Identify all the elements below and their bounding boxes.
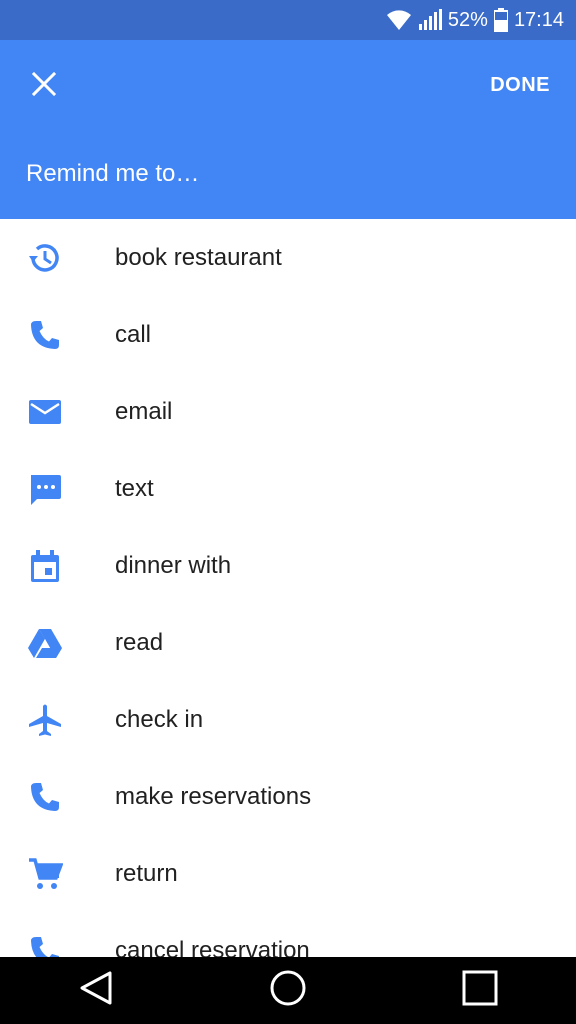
drive-icon (27, 625, 63, 661)
phone-icon (27, 933, 63, 957)
home-button[interactable] (258, 961, 318, 1021)
list-item-text[interactable]: text (0, 450, 576, 527)
list-item-label: dinner with (115, 551, 232, 579)
recents-button[interactable] (450, 961, 510, 1021)
close-button[interactable] (20, 62, 68, 110)
message-icon (27, 471, 63, 507)
status-bar: 52% 17:14 (0, 0, 576, 40)
list-item-book-restaurant[interactable]: book restaurant (0, 219, 576, 296)
reminder-prompt: Remind me to… (26, 160, 200, 187)
list-item-return[interactable]: return (0, 835, 576, 912)
list-item-label: cancel reservation (115, 936, 310, 958)
list-item-dinner-with[interactable]: dinner with (0, 527, 576, 604)
clock-time: 17:14 (513, 8, 564, 31)
list-item-label: return (115, 859, 178, 887)
recents-icon (462, 970, 498, 1011)
list-item-call[interactable]: call (0, 296, 576, 373)
list-item-label: make reservations (115, 782, 312, 810)
email-icon (27, 394, 63, 430)
wifi-icon (386, 9, 412, 31)
list-item-label: read (115, 628, 164, 656)
suggestion-list: book restaurant call email text dinner w… (0, 219, 576, 957)
list-item-cancel-reservation[interactable]: cancel reservation (0, 912, 576, 957)
list-item-label: check in (115, 705, 204, 733)
list-item-label: call (115, 320, 152, 348)
list-item-make-reservations[interactable]: make reservations (0, 758, 576, 835)
battery-percent: 52% (447, 8, 488, 31)
calendar-icon (27, 548, 63, 584)
restore-clock-icon (27, 240, 63, 276)
app-bar: DONE Remind me to… (0, 40, 576, 219)
list-item-label: text (115, 474, 154, 502)
signal-icon (418, 9, 442, 31)
list-item-read[interactable]: read (0, 604, 576, 681)
airplane-icon (27, 702, 63, 738)
home-icon (269, 969, 307, 1012)
list-item-label: email (115, 397, 173, 425)
close-icon (31, 71, 57, 101)
cart-icon (27, 856, 63, 892)
phone-icon (27, 779, 63, 815)
phone-icon (27, 317, 63, 353)
back-button[interactable] (66, 961, 126, 1021)
list-item-check-in[interactable]: check in (0, 681, 576, 758)
back-icon (78, 970, 114, 1011)
list-item-label: book restaurant (115, 243, 282, 271)
battery-icon (493, 8, 508, 32)
done-button[interactable]: DONE (490, 74, 550, 97)
navigation-bar (0, 957, 576, 1024)
list-item-email[interactable]: email (0, 373, 576, 450)
